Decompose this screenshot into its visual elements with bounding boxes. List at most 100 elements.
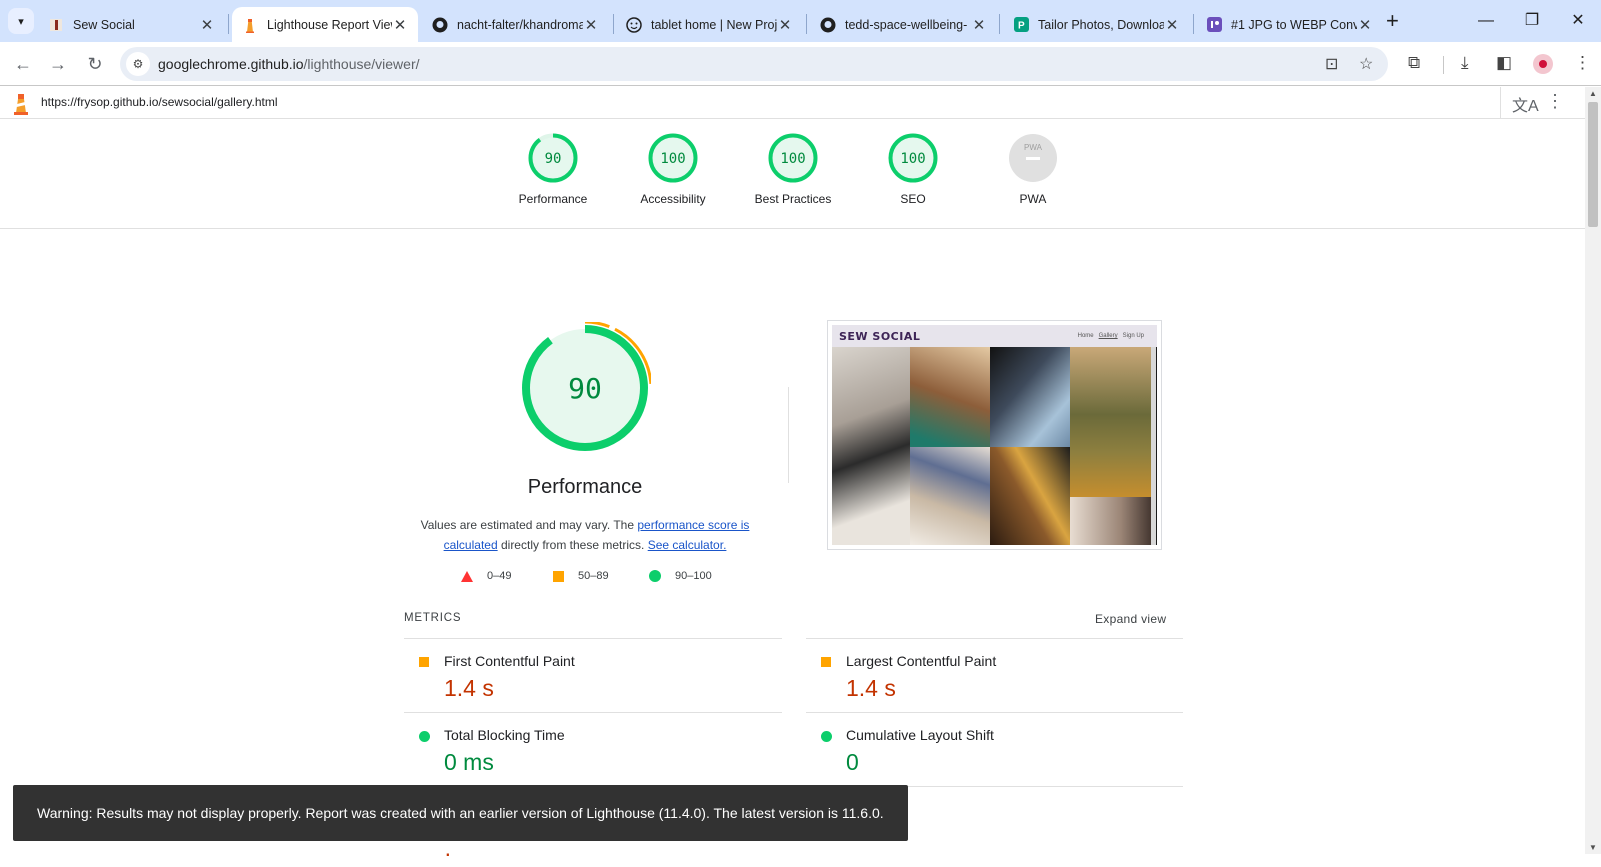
tab-khandroma[interactable]: nacht-falter/khandroma ✕ bbox=[422, 7, 609, 42]
metrics-heading: METRICS bbox=[404, 612, 462, 624]
gauge-accessibility[interactable]: 100 Accessibility bbox=[613, 133, 733, 206]
metric-name: Largest Contentful Paint bbox=[846, 653, 997, 669]
bookmark-star-icon[interactable]: ☆ bbox=[1359, 54, 1373, 74]
tab-tablet-home[interactable]: tablet home | New Project ✕ bbox=[616, 7, 803, 42]
forward-button[interactable]: → bbox=[44, 50, 72, 78]
average-square-icon bbox=[821, 657, 831, 667]
tab-jpg-to-webp[interactable]: #1 JPG to WEBP Converter ✕ bbox=[1196, 7, 1383, 42]
pexels-icon: P bbox=[1013, 17, 1029, 33]
address-bar[interactable]: ⚙ googlechrome.github.io/lighthouse/view… bbox=[120, 47, 1388, 81]
screenshot-site-nav: Home Gallery Sign Up bbox=[1077, 333, 1144, 339]
gauge-pwa[interactable]: PWA PWA bbox=[973, 133, 1093, 206]
url-text: googlechrome.github.io/lighthouse/viewer… bbox=[158, 56, 420, 72]
profile-avatar[interactable] bbox=[1533, 54, 1553, 74]
gauge-score: 100 bbox=[660, 151, 685, 167]
tab-separator bbox=[999, 14, 1000, 34]
report-url: https://frysop.github.io/sewsocial/galle… bbox=[41, 95, 278, 109]
close-icon[interactable]: ✕ bbox=[971, 16, 987, 34]
metric-total-blocking-time: Total Blocking Time 0 ms bbox=[404, 713, 780, 785]
more-options-icon[interactable]: ⋮ bbox=[1546, 91, 1564, 112]
lighthouse-favicon bbox=[242, 17, 258, 33]
tab-lighthouse-report-viewer[interactable]: Lighthouse Report Viewer ✕ bbox=[232, 7, 418, 42]
tab-separator bbox=[1193, 14, 1194, 34]
gauge-label: SEO bbox=[900, 192, 926, 206]
average-square-icon bbox=[419, 657, 429, 667]
close-icon[interactable]: ✕ bbox=[583, 16, 599, 34]
gauge-score: 90 bbox=[545, 151, 562, 167]
smiley-icon bbox=[626, 16, 642, 33]
close-window-icon[interactable]: ✕ bbox=[1555, 0, 1601, 42]
category-gauges-bar: 90 Performance 100 Accessibility 100 Bes… bbox=[0, 119, 1585, 229]
screenshot-site-logo: SEW SOCIAL bbox=[839, 330, 921, 343]
lighthouse-logo-icon bbox=[14, 94, 28, 115]
gauge-label: Performance bbox=[518, 192, 588, 206]
metric-name: Total Blocking Time bbox=[444, 727, 565, 743]
side-panel-icon[interactable]: ◧ bbox=[1496, 53, 1512, 73]
tab-tailor-photos[interactable]: P Tailor Photos, Download ✕ bbox=[1003, 7, 1190, 42]
gauge-seo[interactable]: 100 SEO bbox=[853, 133, 973, 206]
tab-tedd-space[interactable]: tedd-space-wellbeing- ✕ bbox=[810, 7, 997, 42]
pwa-badge-icon: PWA bbox=[1009, 134, 1057, 182]
sew-social-favicon bbox=[48, 17, 64, 33]
chevron-down-icon: ▾ bbox=[18, 15, 24, 28]
gauge-score: 100 bbox=[900, 151, 925, 167]
performance-title: Performance bbox=[527, 476, 643, 498]
page-scrollbar[interactable]: ▲ ▼ bbox=[1585, 87, 1601, 854]
gauge-score: 100 bbox=[780, 151, 805, 167]
metric-value: 1.4 s bbox=[444, 675, 494, 701]
legend-average: 50–89 bbox=[553, 570, 609, 582]
gauge-ring: 100 bbox=[888, 133, 938, 183]
topbar-separator bbox=[1500, 87, 1501, 119]
gauge-best-practices[interactable]: 100 Best Practices bbox=[733, 133, 853, 206]
gauge-performance[interactable]: 90 Performance bbox=[493, 133, 613, 206]
back-button[interactable]: ← bbox=[9, 50, 37, 78]
gauge-label: PWA bbox=[1019, 192, 1047, 206]
scroll-down-arrow-icon[interactable]: ▼ bbox=[1589, 843, 1597, 852]
metric-first-contentful-paint: First Contentful Paint 1.4 s bbox=[404, 639, 780, 711]
scroll-up-arrow-icon[interactable]: ▲ bbox=[1589, 89, 1597, 98]
restore-icon[interactable]: ❐ bbox=[1509, 0, 1555, 42]
metric-value: 0 bbox=[846, 749, 859, 775]
tab-strip: ▾ Sew Social ✕ Lighthouse Report Viewer … bbox=[0, 0, 1601, 42]
tab-sew-social[interactable]: Sew Social ✕ bbox=[38, 7, 225, 42]
section-divider bbox=[788, 387, 789, 483]
minimize-icon[interactable]: — bbox=[1463, 0, 1509, 42]
install-app-icon[interactable]: ⊡ bbox=[1325, 54, 1338, 74]
site-settings-icon[interactable]: ⚙ bbox=[126, 52, 150, 76]
tab-search-button[interactable]: ▾ bbox=[8, 8, 34, 34]
screenshot-site-header: SEW SOCIAL Home Gallery Sign Up bbox=[832, 325, 1157, 347]
performance-gauge: 90 bbox=[519, 322, 651, 454]
gauge-ring: 100 bbox=[648, 133, 698, 183]
close-icon[interactable]: ✕ bbox=[392, 16, 408, 34]
version-warning-toast: Warning: Results may not display properl… bbox=[13, 785, 908, 841]
converter-icon bbox=[1206, 17, 1222, 33]
screenshot-scrollbar bbox=[1151, 347, 1156, 545]
final-screenshot[interactable]: SEW SOCIAL Home Gallery Sign Up bbox=[827, 320, 1162, 550]
average-square-icon bbox=[553, 570, 564, 582]
performance-score: 90 bbox=[568, 372, 602, 405]
browser-menu-icon[interactable]: ⋮ bbox=[1574, 53, 1591, 73]
download-icon[interactable]: ⤓ bbox=[1461, 53, 1469, 73]
translate-icon[interactable]: 文A bbox=[1512, 92, 1539, 116]
extensions-icon[interactable]: ⧉ bbox=[1408, 53, 1420, 73]
new-tab-button[interactable]: + bbox=[1386, 10, 1399, 32]
close-icon[interactable]: ✕ bbox=[1357, 16, 1373, 34]
metric-value: 1.4 s bbox=[846, 675, 896, 701]
metric-value: 0 ms bbox=[444, 749, 494, 775]
close-icon[interactable]: ✕ bbox=[777, 16, 793, 34]
scrollbar-thumb[interactable] bbox=[1588, 102, 1598, 227]
see-calculator-link[interactable]: See calculator. bbox=[648, 538, 727, 552]
performance-description: Values are estimated and may vary. The p… bbox=[420, 518, 750, 552]
close-icon[interactable]: ✕ bbox=[1164, 16, 1180, 34]
reload-button[interactable]: ↻ bbox=[81, 50, 109, 78]
fail-triangle-icon bbox=[461, 570, 473, 582]
expand-view-button[interactable]: Expand view bbox=[1095, 612, 1166, 626]
metric-cumulative-layout-shift: Cumulative Layout Shift 0 bbox=[806, 713, 1182, 785]
metric-name: Cumulative Layout Shift bbox=[846, 727, 994, 743]
tab-separator bbox=[613, 14, 614, 34]
gauge-label: Accessibility bbox=[640, 192, 706, 206]
tab-separator bbox=[228, 14, 229, 34]
legend-fail: 0–49 bbox=[461, 570, 511, 582]
close-icon[interactable]: ✕ bbox=[199, 16, 215, 34]
toolbar-separator bbox=[1443, 56, 1444, 74]
